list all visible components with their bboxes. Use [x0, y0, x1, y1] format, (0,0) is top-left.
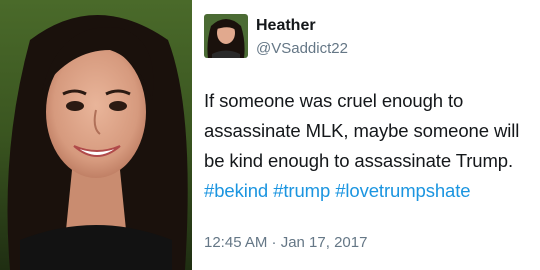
hashtag-row: #bekind #trump #lovetrumpshate [204, 176, 534, 206]
user-handle[interactable]: @VSaddict22 [256, 40, 348, 57]
tweet-timestamp[interactable]: 12:45 AM · Jan 17, 2017 [204, 234, 367, 251]
hashtag-link[interactable]: #trump [273, 180, 330, 201]
hashtag-link[interactable]: #lovetrumpshate [335, 180, 470, 201]
tweet-text-line: assassinate MLK, maybe someone will [204, 120, 520, 141]
tweet-text-line: If someone was cruel enough to [204, 90, 464, 111]
meme-composite: Heather @VSaddict22 If someone was cruel… [0, 0, 540, 270]
tweet-card: Heather @VSaddict22 If someone was cruel… [192, 0, 540, 270]
portrait-photo [0, 0, 192, 270]
tweet-text: If someone was cruel enough to assassina… [204, 86, 534, 206]
display-name[interactable]: Heather [256, 17, 316, 35]
profile-photo-icon [204, 14, 248, 58]
avatar[interactable] [204, 14, 248, 58]
tweet-text-line: be kind enough to assassinate Trump. [204, 150, 514, 171]
hashtag-link[interactable]: #bekind [204, 180, 268, 201]
